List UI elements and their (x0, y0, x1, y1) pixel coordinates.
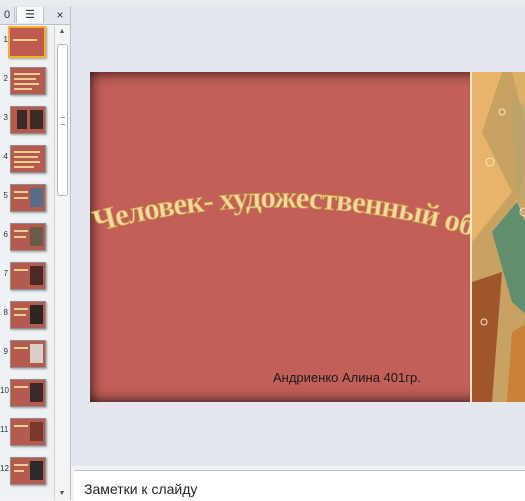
thumbnail-row[interactable]: 12 (0, 455, 54, 489)
slides-pane: 0 ☰ × 1 2 3 4 5 6 7 8 9 10 11 12 ▲ ▼ (0, 6, 71, 500)
slide-canvas[interactable]: Человек- художественный образ Андриенко … (90, 72, 525, 402)
slide-thumbnail[interactable] (10, 223, 46, 251)
scroll-down-icon[interactable]: ▼ (55, 488, 69, 500)
slide-thumbnail[interactable] (10, 457, 46, 485)
slide-number: 12 (0, 464, 9, 473)
slide-number: 11 (0, 425, 9, 434)
slide-thumbnail[interactable] (10, 184, 46, 212)
slide-number: 9 (3, 347, 8, 356)
thumbnail-scrollbar[interactable]: ▲ ▼ (54, 26, 69, 500)
thumb-title-line (13, 39, 37, 41)
thumb-image (17, 110, 27, 129)
thumb-image (30, 188, 43, 207)
thumbnail-row[interactable]: 5 (0, 182, 54, 216)
slide-number: 4 (3, 152, 8, 161)
slide-number: 7 (3, 269, 8, 278)
decorative-image (470, 72, 525, 402)
slide-number: 3 (3, 113, 8, 122)
thumbnail-row[interactable]: 3 (0, 104, 54, 138)
close-pane-button[interactable]: × (52, 7, 68, 23)
notes-placeholder: Заметки к слайду (84, 481, 198, 497)
slide-author: Андриенко Алина 401гр. (273, 370, 421, 385)
scroll-up-icon[interactable]: ▲ (55, 26, 69, 38)
slide-number: 8 (3, 308, 8, 317)
slide-number: 1 (3, 35, 8, 44)
grip-icon (61, 117, 65, 125)
thumbnail-row[interactable]: 11 (0, 416, 54, 450)
scrollbar-thumb[interactable] (57, 44, 68, 196)
slide-editor: Человек- художественный образ Андриенко … (71, 6, 525, 466)
slide-number: 5 (3, 191, 8, 200)
slide-thumbnail[interactable] (10, 145, 46, 173)
tab-slides[interactable]: 0 (0, 7, 15, 23)
thumbnail-row[interactable]: 8 (0, 299, 54, 333)
notes-pane[interactable]: Заметки к слайду (74, 470, 525, 501)
slide-number: 6 (3, 230, 8, 239)
slide-number: 10 (0, 386, 9, 395)
slide-thumbnail[interactable] (10, 379, 46, 407)
thumbnail-row[interactable]: 2 (0, 65, 54, 99)
svg-text:Человек- художественный образ: Человек- художественный образ (90, 172, 470, 243)
thumb-image (30, 383, 43, 402)
slide-thumbnail[interactable] (10, 262, 46, 290)
thumb-image (30, 227, 43, 246)
thumb-image (30, 461, 43, 480)
thumbnail-row[interactable]: 1 (0, 26, 54, 60)
thumbnail-row[interactable]: 10 (0, 377, 54, 411)
thumb-image (30, 305, 43, 324)
slide-number: 2 (3, 74, 8, 83)
thumb-image (30, 110, 43, 129)
thumbnail-row[interactable]: 6 (0, 221, 54, 255)
tab-outline[interactable]: ☰ (16, 7, 44, 23)
thumbnail-row[interactable]: 4 (0, 143, 54, 177)
thumb-image (30, 266, 43, 285)
thumbnail-row[interactable]: 7 (0, 260, 54, 294)
slide-thumbnail[interactable] (10, 340, 46, 368)
close-icon: × (56, 8, 64, 22)
thumb-image (30, 344, 43, 363)
title-wordart[interactable]: Человек- художественный образ (90, 172, 470, 262)
pane-tabs: 0 ☰ × (0, 6, 70, 25)
thumbnail-list: 1 2 3 4 5 6 7 8 9 10 11 12 (0, 26, 54, 500)
slide-thumbnail[interactable] (10, 301, 46, 329)
outline-icon: ☰ (25, 9, 35, 21)
slide-thumbnail-selected[interactable] (8, 26, 46, 58)
slide-thumbnail[interactable] (10, 67, 46, 95)
slide-thumbnail[interactable] (10, 106, 46, 134)
slide-thumbnail[interactable] (10, 418, 46, 446)
thumbnail-row[interactable]: 9 (0, 338, 54, 372)
slide-title: Человек- художественный образ (90, 172, 470, 243)
thumb-image (30, 422, 43, 441)
